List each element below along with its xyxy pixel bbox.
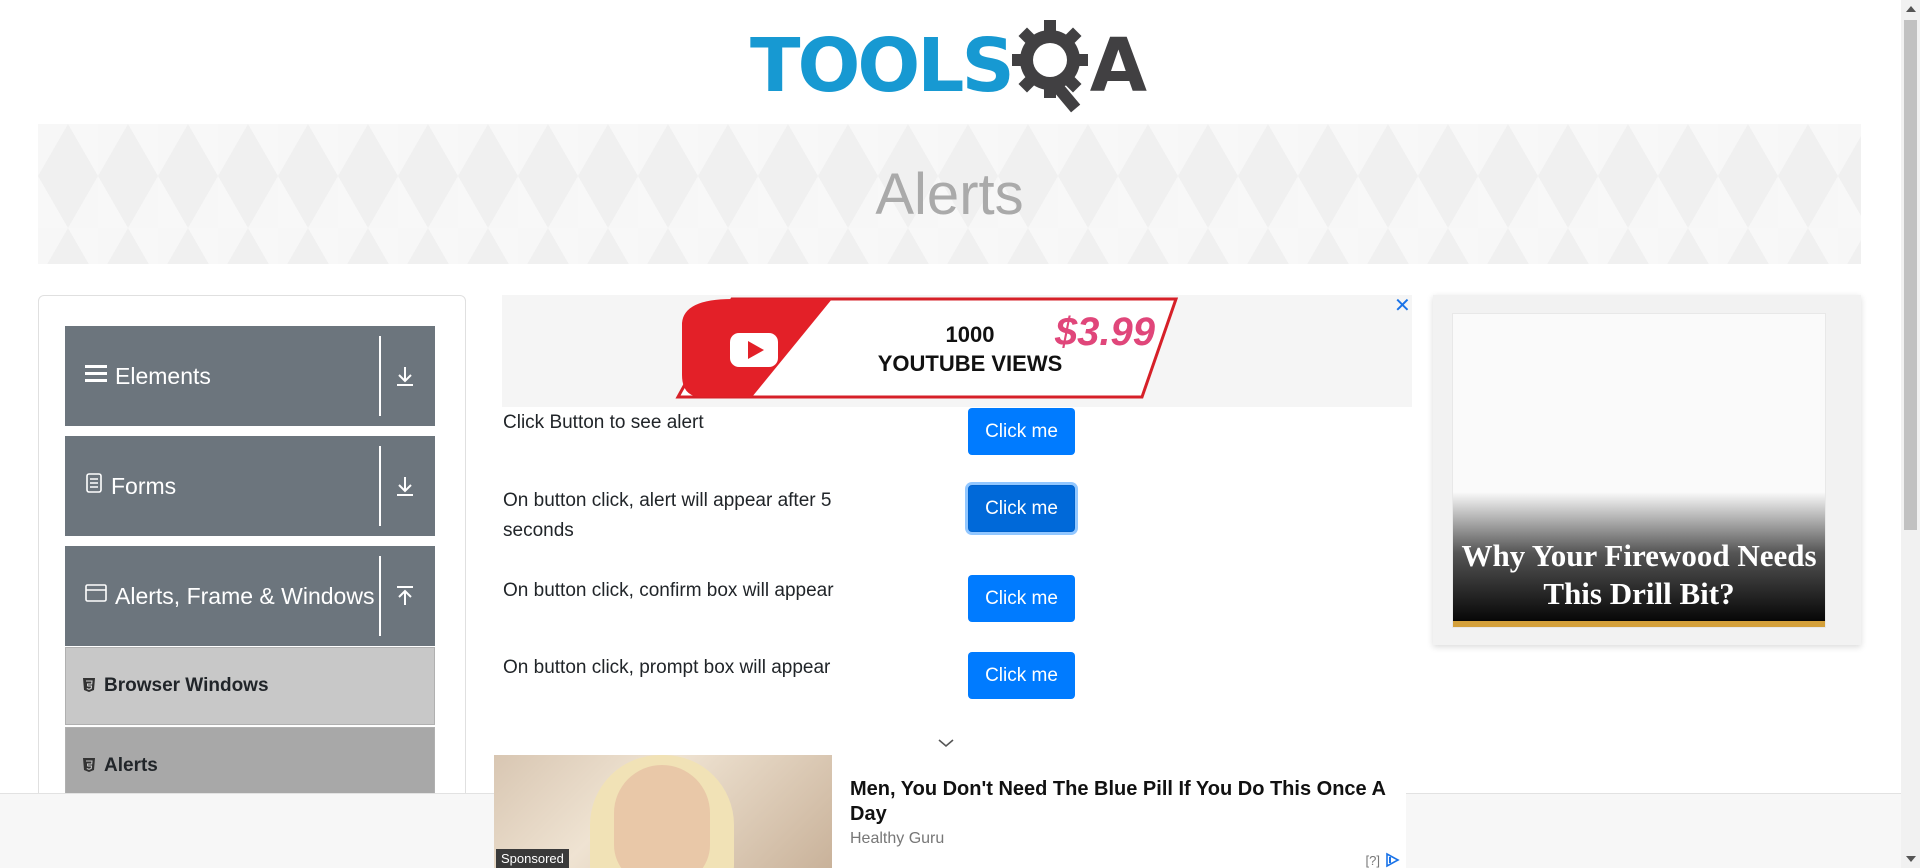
gear-icon [1011, 20, 1088, 113]
group-title: Alerts, Frame & Windows [85, 546, 374, 646]
ad-headline: Why Your Firewood Needs This Drill Bit? [1461, 538, 1817, 611]
alert-button[interactable]: Click me [968, 408, 1075, 455]
sponsored-title[interactable]: Men, You Don't Need The Blue Pill If You… [850, 777, 1395, 827]
sponsored-image-face [614, 765, 710, 868]
sponsored-ad[interactable]: Sponsored Men, You Don't Need The Blue P… [494, 755, 1406, 868]
group-label: Alerts, Frame & Windows [115, 582, 375, 609]
sidebar: Elements Forms Alerts, Frame & Windows B… [38, 295, 466, 868]
sponsored-source[interactable]: Healthy Guru [850, 830, 944, 848]
prompt-button[interactable]: Click me [968, 652, 1075, 699]
upload-arrow-icon[interactable] [387, 546, 423, 646]
sidebar-item-label: Browser Windows [104, 675, 269, 696]
page-banner: Alerts [38, 124, 1861, 264]
logo-text-tools: TOOLS [750, 23, 1015, 109]
timer-alert-row-label: On button click, alert will appear after… [503, 490, 832, 541]
scroll-up-arrow-icon[interactable] [1906, 6, 1916, 12]
download-arrow-icon[interactable] [387, 436, 423, 536]
firewood-ad[interactable]: Why Your Firewood Needs This Drill Bit? [1433, 295, 1861, 645]
adchoices[interactable]: [?] [1366, 852, 1402, 868]
sidebar-item-label: Alerts [104, 755, 158, 776]
download-arrow-icon[interactable] [387, 326, 423, 426]
sponsored-tag: Sponsored [496, 849, 569, 868]
confirm-button[interactable]: Click me [968, 575, 1075, 622]
toolsqa-logo[interactable]: TOOLS A [750, 18, 1147, 114]
timer-alert-button[interactable]: Click me [968, 485, 1075, 532]
scroll-down-arrow-icon[interactable] [1906, 856, 1916, 862]
group-title: Elements [85, 326, 211, 426]
window-icon [85, 583, 107, 609]
ad-views-count: 1000 [946, 322, 995, 347]
ad-price: $3.99 [1054, 310, 1156, 354]
group-title: Forms [85, 436, 176, 536]
html5-icon [82, 677, 96, 696]
youtube-views-ad[interactable]: 1000 YOUTUBE VIEWS $3.99 [502, 295, 1412, 407]
sidebar-group-elements[interactable]: Elements [65, 326, 435, 426]
page-title: Alerts [875, 161, 1024, 227]
chevron-down-icon[interactable] [936, 733, 956, 753]
prompt-row-label: On button click, prompt box will appear [503, 657, 831, 678]
group-label: Elements [115, 362, 211, 389]
ad-image: Why Your Firewood Needs This Drill Bit? [1452, 313, 1826, 628]
sidebar-group-forms[interactable]: Forms [65, 436, 435, 536]
alert-row-label: Click Button to see alert [503, 412, 704, 433]
html5-icon [82, 757, 96, 776]
close-icon[interactable]: ✕ [1394, 293, 1411, 318]
adchoice-help[interactable]: [?] [1366, 853, 1380, 868]
confirm-row-label: On button click, confirm box will appear [503, 580, 834, 601]
divider [379, 336, 381, 416]
divider [379, 556, 381, 636]
divider [379, 446, 381, 526]
group-label: Forms [111, 472, 177, 499]
adchoices-icon[interactable] [1384, 852, 1402, 868]
document-icon [85, 473, 103, 499]
ad-divider [1453, 621, 1825, 627]
sidebar-group-alerts-frame-windows[interactable]: Alerts, Frame & Windows [65, 546, 435, 646]
sponsored-image: Sponsored [494, 755, 832, 868]
ad-graphic: 1000 YOUTUBE VIEWS $3.99 [675, 297, 1179, 399]
scrollbar[interactable] [1901, 0, 1920, 868]
sidebar-item-browser-windows[interactable]: Browser Windows [65, 647, 435, 725]
hamburger-icon [85, 363, 107, 389]
logo-text-a: A [1089, 23, 1147, 109]
page: TOOLS A Alerts Elements Forms Alerts, Fr… [0, 0, 1920, 868]
scroll-thumb[interactable] [1904, 20, 1917, 530]
ad-views-unit: YOUTUBE VIEWS [878, 351, 1063, 376]
